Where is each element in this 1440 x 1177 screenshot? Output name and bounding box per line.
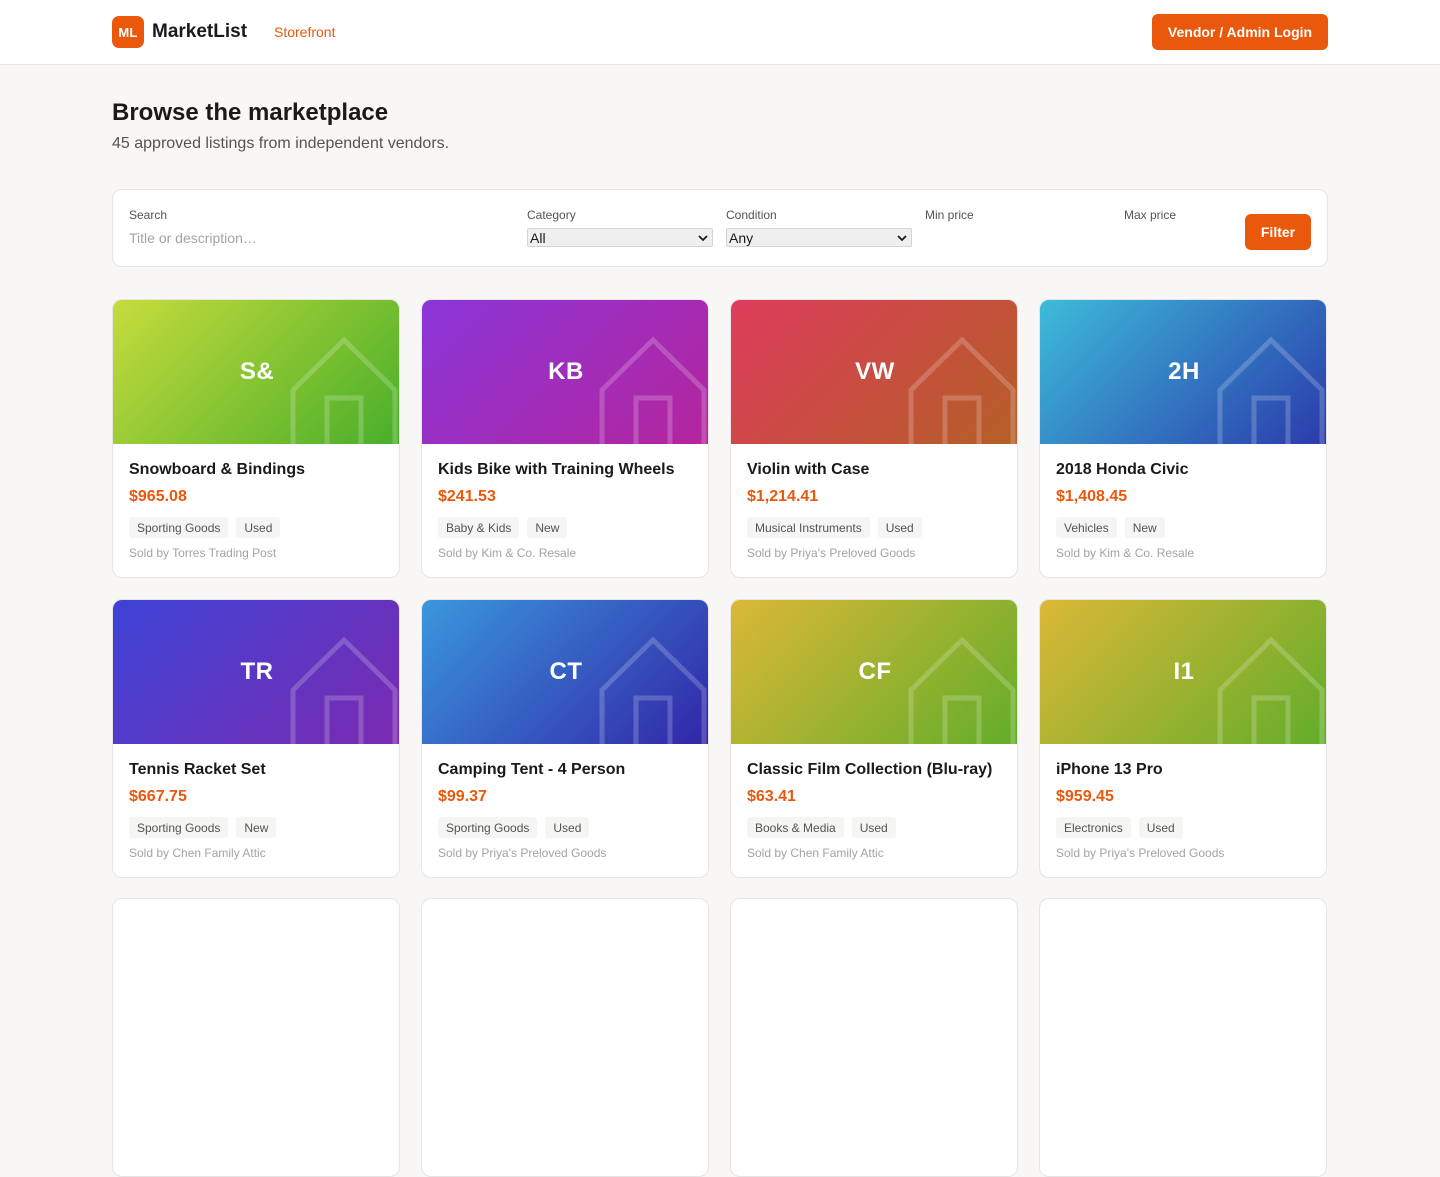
category-label: Category (527, 208, 576, 222)
category-tag: Electronics (1056, 817, 1131, 838)
condition-tag: Used (545, 817, 590, 838)
filter-panel: Search Category All Condition Any Min pr… (112, 189, 1328, 267)
listing-seller: Sold by Priya's Preloved Goods (438, 846, 607, 860)
condition-tag: New (527, 517, 568, 538)
category-tag: Vehicles (1056, 517, 1117, 538)
condition-select[interactable]: Any (726, 228, 912, 247)
listing-title: Snowboard & Bindings (129, 461, 305, 478)
max-price-label: Max price (1124, 208, 1177, 222)
condition-tag: Used (1138, 817, 1183, 838)
condition-tag: Used (236, 517, 281, 538)
listing-title: Tennis Racket Set (129, 761, 266, 778)
listing-title: Violin with Case (747, 461, 870, 478)
listing-seller: Sold by Kim & Co. Resale (438, 546, 577, 560)
listing-tags: Musical Instruments Used (747, 517, 922, 538)
listing-tags: Sporting Goods Used (438, 817, 590, 838)
listing-seller: Sold by Torres Trading Post (129, 546, 277, 560)
listing-thumbnail: S& (113, 300, 399, 444)
listing-card-partial[interactable] (1039, 898, 1327, 1177)
listing-initials: CF (858, 658, 892, 685)
listing-price: $1,408.45 (1056, 488, 1128, 505)
min-price-label: Min price (925, 208, 974, 222)
listing-card[interactable]: KB Kids Bike with Training Wheels $241.5… (421, 299, 709, 578)
category-tag: Musical Instruments (747, 517, 870, 538)
listing-initials: TR (240, 658, 274, 685)
listing-tags: Sporting Goods New (129, 817, 277, 838)
listing-price: $63.41 (747, 788, 796, 805)
filter-button[interactable]: Filter (1245, 214, 1311, 250)
category-tag: Sporting Goods (129, 517, 229, 538)
listing-initials: VW (855, 358, 895, 385)
listing-initials: KB (548, 358, 584, 385)
listing-price: $241.53 (438, 488, 496, 505)
listing-thumbnail: TR (113, 600, 399, 744)
condition-label: Condition (726, 208, 777, 222)
category-tag: Baby & Kids (438, 517, 520, 538)
listing-card[interactable]: 2H 2018 Honda Civic $1,408.45 Vehicles N… (1039, 299, 1327, 578)
listing-title: 2018 Honda Civic (1056, 461, 1189, 478)
listing-card-partial[interactable] (730, 898, 1018, 1177)
listing-price: $959.45 (1056, 788, 1114, 805)
category-select[interactable]: All (527, 228, 713, 247)
listing-card[interactable]: S& Snowboard & Bindings $965.08 Sporting… (112, 299, 400, 578)
category-tag: Sporting Goods (438, 817, 538, 838)
category-tag: Books & Media (747, 817, 844, 838)
listing-thumbnail: CT (422, 600, 708, 744)
listing-seller: Sold by Chen Family Attic (129, 846, 266, 860)
listing-card[interactable]: I1 iPhone 13 Pro $959.45 Electronics Use… (1039, 599, 1327, 878)
chevron-down-icon (897, 234, 907, 241)
listing-thumbnail: KB (422, 300, 708, 444)
category-tag: Sporting Goods (129, 817, 229, 838)
listing-price: $1,214.41 (747, 488, 819, 505)
listing-initials: S& (239, 358, 275, 385)
listing-card[interactable]: CF Classic Film Collection (Blu-ray) $63… (730, 599, 1018, 878)
listing-tags: Sporting Goods Used (129, 517, 281, 538)
listing-title: iPhone 13 Pro (1056, 761, 1163, 778)
brand-name[interactable]: MarketList (152, 21, 247, 43)
listing-seller: Sold by Chen Family Attic (747, 846, 884, 860)
listing-card[interactable]: CT Camping Tent - 4 Person $99.37 Sporti… (421, 599, 709, 878)
listing-title: Kids Bike with Training Wheels (438, 461, 675, 478)
listing-initials: 2H (1168, 358, 1200, 385)
max-price-input[interactable] (1124, 228, 1234, 248)
listing-card-partial[interactable] (112, 898, 400, 1177)
listing-seller: Sold by Priya's Preloved Goods (1056, 846, 1225, 860)
search-label: Search (129, 208, 168, 222)
search-input[interactable] (129, 228, 509, 248)
condition-tag: New (1124, 517, 1165, 538)
min-price-input[interactable] (925, 228, 1105, 248)
listing-card-partial[interactable] (421, 898, 709, 1177)
listing-card[interactable]: VW Violin with Case $1,214.41 Musical In… (730, 299, 1018, 578)
listing-thumbnail: VW (731, 300, 1017, 444)
storefront-link[interactable]: Storefront (274, 24, 335, 40)
condition-tag: Used (851, 817, 896, 838)
listing-thumbnail: 2H (1040, 300, 1326, 444)
logo-badge[interactable]: ML (112, 16, 144, 48)
listing-title: Classic Film Collection (Blu-ray) (747, 761, 993, 778)
chevron-down-icon (698, 234, 708, 241)
listing-thumbnail: I1 (1040, 600, 1326, 744)
top-navigation-bar: ML MarketList Storefront Vendor / Admin … (0, 0, 1440, 65)
page-title: Browse the marketplace (112, 99, 389, 126)
listing-tags: Electronics Used (1056, 817, 1183, 838)
listing-price: $667.75 (129, 788, 187, 805)
listing-tags: Vehicles New (1056, 517, 1165, 538)
listing-seller: Sold by Kim & Co. Resale (1056, 546, 1195, 560)
listing-thumbnail: CF (731, 600, 1017, 744)
listing-tags: Books & Media Used (747, 817, 896, 838)
listing-price: $99.37 (438, 788, 487, 805)
category-select-value: All (530, 229, 546, 246)
page-subtitle: 45 approved listings from independent ve… (112, 135, 450, 152)
listing-seller: Sold by Priya's Preloved Goods (747, 546, 916, 560)
condition-select-value: Any (729, 229, 754, 246)
listing-tags: Baby & Kids New (438, 517, 568, 538)
listing-card[interactable]: TR Tennis Racket Set $667.75 Sporting Go… (112, 599, 400, 878)
condition-tag: Used (877, 517, 922, 538)
listing-initials: CT (549, 658, 583, 685)
vendor-admin-login-button[interactable]: Vendor / Admin Login (1152, 14, 1328, 50)
listing-price: $965.08 (129, 488, 187, 505)
condition-tag: New (236, 817, 277, 838)
listing-initials: I1 (1173, 658, 1195, 685)
listing-title: Camping Tent - 4 Person (438, 761, 626, 778)
